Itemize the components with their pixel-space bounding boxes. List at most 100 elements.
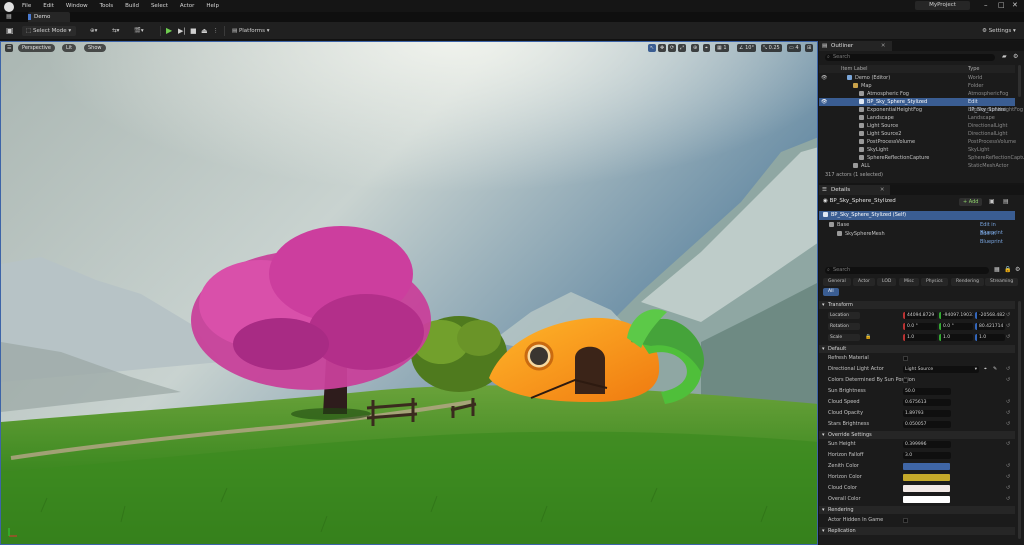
directional-light-select[interactable]: Light Source ▾ bbox=[903, 366, 979, 373]
overall-color-swatch[interactable] bbox=[903, 496, 950, 503]
scale-snap-icon[interactable]: ⤡ 0.25 bbox=[761, 44, 782, 52]
add-content-icon[interactable]: ⊕▾ bbox=[90, 26, 97, 36]
details-search-input[interactable]: ⌕ Search bbox=[825, 267, 989, 274]
menu-actor[interactable]: Actor bbox=[180, 3, 194, 9]
cloud-opacity-field[interactable]: 1.89793 bbox=[903, 410, 951, 417]
unreal-logo-icon[interactable] bbox=[4, 1, 14, 12]
reset-icon[interactable]: ↺ bbox=[1006, 333, 1010, 342]
viewport-menu-icon[interactable]: ☰ bbox=[5, 44, 14, 52]
reset-icon[interactable]: ↺ bbox=[1006, 365, 1010, 374]
list-item[interactable]: Landscape Landscape bbox=[819, 114, 1015, 122]
list-item[interactable]: Map Folder bbox=[819, 82, 1015, 90]
camera-speed-icon[interactable]: ▭ 4 bbox=[787, 44, 801, 52]
close-icon[interactable]: ✕ bbox=[880, 187, 885, 193]
tab-demo[interactable]: Demo bbox=[28, 12, 70, 22]
step-icon[interactable]: ▶| bbox=[178, 26, 186, 36]
section-rendering[interactable]: ▾ Rendering bbox=[819, 506, 1015, 514]
gear-icon[interactable]: ⚙ bbox=[1013, 53, 1018, 60]
list-item[interactable]: Light Source2 DirectionalLight bbox=[819, 130, 1015, 138]
section-default[interactable]: ▾ Default bbox=[819, 345, 1015, 353]
colors-by-sun-checkbox[interactable] bbox=[903, 378, 908, 383]
location-dropdown[interactable]: Location bbox=[828, 312, 860, 319]
tab-outliner[interactable]: ▤ Outliner ✕ bbox=[819, 41, 892, 51]
eject-icon[interactable]: ⏏ bbox=[201, 26, 208, 36]
tab-general[interactable]: General bbox=[823, 278, 851, 286]
property-matrix-icon[interactable]: ▦ bbox=[994, 266, 1000, 273]
perspective-button[interactable]: Perspective bbox=[18, 44, 55, 52]
gear-icon[interactable]: ⚙ bbox=[1015, 266, 1020, 273]
sun-brightness-field[interactable]: 50.0 bbox=[903, 388, 951, 395]
location-z-field[interactable]: -20568.48242 bbox=[975, 312, 1005, 319]
section-transform[interactable]: ▾ Transform bbox=[819, 301, 1015, 309]
lock-icon[interactable]: 🔒 bbox=[865, 333, 871, 342]
outliner-scrollbar[interactable] bbox=[1018, 65, 1021, 97]
list-item-selected[interactable]: 👁 BP_Sky_Sphere_Stylized Edit BP_Sky_Spher… bbox=[819, 98, 1015, 113]
reset-icon[interactable]: ↺ bbox=[1006, 462, 1010, 471]
rotation-snap-icon[interactable]: ∠ 10° bbox=[737, 44, 756, 52]
section-override-settings[interactable]: ▾ Override Settings bbox=[819, 431, 1015, 439]
reset-icon[interactable]: ↺ bbox=[1006, 409, 1010, 418]
tab-all[interactable]: All bbox=[823, 288, 839, 296]
play-icon[interactable]: ▶ bbox=[166, 26, 172, 36]
cinematics-icon[interactable]: 🎬▾ bbox=[134, 26, 144, 36]
select-mode-button[interactable]: ⬚ Select Mode ▾ bbox=[22, 26, 76, 36]
horizon-color-swatch[interactable] bbox=[903, 474, 950, 481]
horizon-falloff-field[interactable]: 3.0 bbox=[903, 452, 951, 459]
close-window-icon[interactable]: ✕ bbox=[1012, 1, 1018, 9]
rotate-tool-icon[interactable]: ⟳ bbox=[668, 44, 677, 52]
refresh-material-checkbox[interactable] bbox=[903, 356, 908, 361]
menu-edit[interactable]: Edit bbox=[43, 3, 54, 9]
reset-icon[interactable]: ↺ bbox=[1006, 398, 1010, 407]
world-space-icon[interactable]: ⊕ bbox=[691, 44, 700, 52]
surface-snap-icon[interactable]: ⌖ bbox=[703, 44, 710, 52]
list-item[interactable]: Light Source DirectionalLight bbox=[819, 122, 1015, 130]
rotation-x-field[interactable]: 0.0 ° bbox=[903, 323, 937, 330]
details-scrollbar[interactable] bbox=[1018, 301, 1021, 539]
component-row[interactable]: SkySphereMesh Edit in Blueprint bbox=[819, 230, 1015, 245]
list-item[interactable]: 👁 Demo (Editor) World bbox=[819, 74, 1015, 82]
hidden-in-game-checkbox[interactable] bbox=[903, 518, 908, 523]
tab-streaming[interactable]: Streaming bbox=[985, 278, 1019, 286]
eye-icon[interactable]: 👁 bbox=[821, 74, 827, 82]
menu-file[interactable]: File bbox=[22, 3, 31, 9]
grid-snap-icon[interactable]: ▦ 1 bbox=[715, 44, 729, 52]
menu-select[interactable]: Select bbox=[151, 3, 168, 9]
reset-icon[interactable]: ↺ bbox=[1006, 420, 1010, 429]
rotation-dropdown[interactable]: Rotation bbox=[828, 323, 860, 330]
menu-build[interactable]: Build bbox=[125, 3, 139, 9]
minimize-icon[interactable]: – bbox=[984, 1, 988, 9]
reset-icon[interactable]: ↺ bbox=[1006, 473, 1010, 482]
tab-details[interactable]: ☰ Details ✕ bbox=[819, 185, 891, 195]
add-component-button[interactable]: + Add bbox=[959, 198, 983, 206]
list-item[interactable]: SkyLight SkyLight bbox=[819, 146, 1015, 154]
list-item[interactable]: ALL StaticMeshActor bbox=[819, 162, 1015, 170]
show-button[interactable]: Show bbox=[84, 44, 106, 52]
folder-icon[interactable]: ▰ bbox=[1002, 53, 1007, 60]
save-icon[interactable]: ▣ bbox=[6, 26, 14, 36]
scale-y-field[interactable]: 1.0 bbox=[939, 334, 973, 341]
stop-icon[interactable]: ■ bbox=[190, 26, 197, 36]
eyedropper-icon[interactable]: ✎ bbox=[993, 365, 997, 374]
maximize-icon[interactable]: □ bbox=[998, 1, 1005, 9]
reset-icon[interactable]: ↺ bbox=[1006, 495, 1010, 504]
reset-icon[interactable]: ↺ bbox=[1006, 322, 1010, 331]
location-y-field[interactable]: -94097.19031 bbox=[939, 312, 973, 319]
select-tool-icon[interactable]: ↖ bbox=[648, 44, 657, 52]
blueprint-icon[interactable]: ⇆▾ bbox=[112, 26, 119, 36]
component-row[interactable]: Base Edit in Blueprint bbox=[819, 221, 1015, 236]
translate-tool-icon[interactable]: ✥ bbox=[658, 44, 667, 52]
section-replication[interactable]: ▾ Replication bbox=[819, 527, 1015, 535]
play-options-icon[interactable]: ⋮ bbox=[213, 26, 219, 36]
blueprint-edit-icon[interactable]: ▣ bbox=[989, 198, 995, 205]
pick-actor-icon[interactable]: ⌖ bbox=[984, 365, 987, 374]
tab-rendering[interactable]: Rendering bbox=[951, 278, 984, 286]
zenith-color-swatch[interactable] bbox=[903, 463, 950, 470]
viewport-layout-icon[interactable]: ⊞ bbox=[805, 44, 814, 52]
stars-brightness-field[interactable]: 0.050057 bbox=[903, 421, 951, 428]
more-options-icon[interactable]: ▤ bbox=[1003, 198, 1009, 205]
list-item[interactable]: Atmospheric Fog AtmosphericFog bbox=[819, 90, 1015, 98]
platforms-button[interactable]: ▤ Platforms ▾ bbox=[232, 26, 270, 36]
level-viewport[interactable]: ☰ Perspective Lit Show ↖ ✥ ⟳ ⤢ ⊕ ⌖ ▦ 1 ∠… bbox=[0, 41, 818, 545]
reset-icon[interactable]: ↺ bbox=[1006, 376, 1010, 385]
reset-icon[interactable]: ↺ bbox=[1006, 440, 1010, 449]
